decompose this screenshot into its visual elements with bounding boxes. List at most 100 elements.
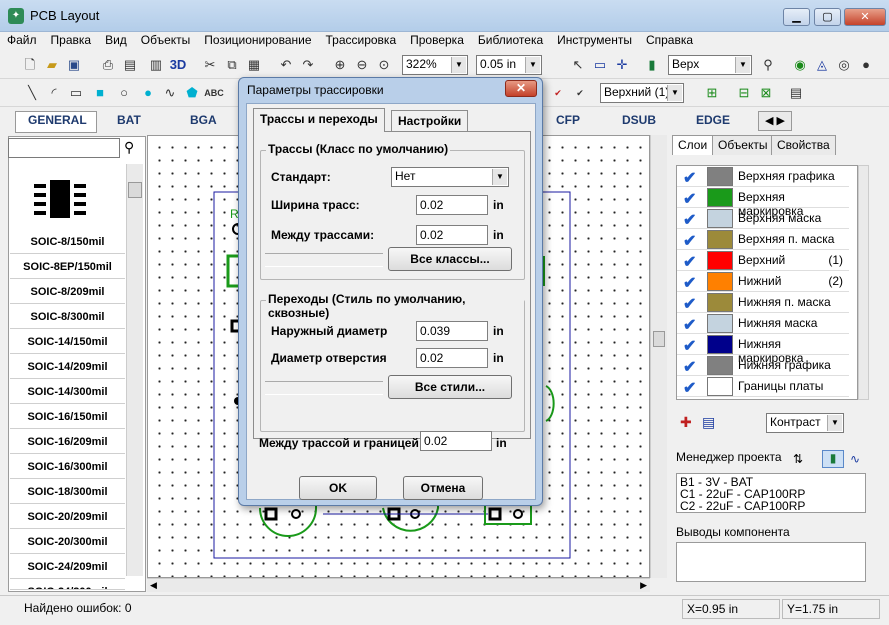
layer-color-swatch[interactable]	[707, 335, 733, 354]
menu-routing[interactable]: Трассировка	[319, 32, 404, 48]
measure-icon[interactable]: ▭	[590, 55, 610, 75]
checkmark-icon[interactable]: ✔	[683, 294, 696, 314]
library-item[interactable]: SOIC-8/209mil	[10, 280, 125, 304]
layer-row[interactable]: ✔ Нижняя маркировка	[677, 334, 849, 365]
pad-icon[interactable]: ◉	[790, 55, 810, 75]
checkmark-icon[interactable]: ✔	[683, 273, 696, 293]
layer-settings-icon[interactable]: ▤	[702, 414, 715, 431]
select-pointer-icon[interactable]: ↖	[568, 55, 588, 75]
tab-scroll-arrows[interactable]: ◀ ▶	[758, 111, 792, 131]
library-item[interactable]: SOIC-16/209mil	[10, 430, 125, 454]
layer-color-swatch[interactable]	[707, 209, 733, 228]
polyline-tool-icon[interactable]: ∿	[160, 83, 180, 103]
menu-placement[interactable]: Позиционирование	[197, 32, 318, 48]
properties-icon[interactable]: ▤	[786, 83, 806, 103]
library-item[interactable]: SOIC-8/150mil	[10, 230, 125, 254]
layer-color-swatch[interactable]	[707, 230, 733, 249]
layer-color-swatch[interactable]	[707, 293, 733, 312]
tab-layers[interactable]: Слои	[672, 135, 714, 155]
paste-icon[interactable]: ▦	[244, 55, 264, 75]
library-item[interactable]: SOIC-20/209mil	[10, 505, 125, 529]
library-item[interactable]: SOIC-14/209mil	[10, 355, 125, 379]
add-layer-icon[interactable]: ✚	[680, 414, 692, 431]
canvas-hscroll[interactable]: ◀ ▶	[147, 578, 650, 592]
scroll-left-icon[interactable]: ◀	[150, 580, 157, 591]
grid-combo[interactable]: 0.05 in ▼	[476, 55, 542, 75]
cut-icon[interactable]: ✂	[200, 55, 220, 75]
layer-row[interactable]: ✔ Нижняя маска	[677, 313, 849, 334]
standard-combo[interactable]: Нет ▼	[391, 167, 509, 187]
checkmark-icon[interactable]: ✔	[683, 336, 696, 356]
vias-slider[interactable]	[265, 381, 383, 395]
library-scrollbar[interactable]	[126, 164, 143, 576]
all-styles-button[interactable]: Все стили...	[388, 375, 512, 399]
library-tab-general[interactable]: GENERAL	[28, 113, 87, 127]
library-tab-dsub[interactable]: DSUB	[622, 113, 656, 127]
layer-row[interactable]: ✔ Верхняя маска	[677, 208, 849, 229]
find-binoculars-icon[interactable]: ⚲	[758, 55, 778, 75]
board-clearance-input[interactable]: 0.02	[420, 431, 492, 451]
library-item[interactable]: SOIC-18/300mil	[10, 480, 125, 504]
project-item[interactable]: C2 - 22uF - CAP100RP	[680, 500, 862, 512]
checkmark-icon[interactable]: ✔	[683, 357, 696, 377]
menu-tools[interactable]: Инструменты	[550, 32, 639, 48]
library-item[interactable]: SOIC-16/150mil	[10, 405, 125, 429]
checkmark-icon[interactable]: ✔	[683, 210, 696, 230]
erc-icon[interactable]: ✔	[570, 83, 590, 103]
filled-rect-icon[interactable]: ■	[90, 83, 110, 103]
close-button[interactable]: ✕	[844, 8, 886, 26]
ok-button[interactable]: OK	[299, 476, 377, 500]
save-icon[interactable]: ▣	[64, 55, 84, 75]
scroll-right-icon[interactable]: ▶	[640, 580, 647, 591]
pm-sort-icon[interactable]: ⇅	[793, 452, 803, 466]
canvas-vscroll-thumb[interactable]	[653, 331, 665, 347]
layer-color-swatch[interactable]	[707, 356, 733, 375]
library-tab-cfp[interactable]: CFP	[556, 113, 580, 127]
library-item[interactable]: SOIC-8/300mil	[10, 305, 125, 329]
open-folder-icon[interactable]: ▰	[42, 55, 62, 75]
tab-traces-vias[interactable]: Трассы и переходы	[253, 108, 385, 132]
checkmark-icon[interactable]: ✔	[683, 252, 696, 272]
drc-icon[interactable]: ✔	[548, 83, 568, 103]
library-item[interactable]: SOIC-14/150mil	[10, 330, 125, 354]
drill-icon[interactable]: ●	[856, 55, 876, 75]
menu-edit[interactable]: Правка	[44, 32, 99, 48]
print-preview-icon[interactable]: ▤	[120, 55, 140, 75]
line-tool-icon[interactable]: ╲	[22, 83, 42, 103]
bus-icon[interactable]: ⊞	[702, 83, 722, 103]
layer-row[interactable]: ✔ Границы платы	[677, 376, 849, 397]
zoom-combo[interactable]: 322% ▼	[402, 55, 468, 75]
library-tab-edge[interactable]: EDGE	[696, 113, 730, 127]
menu-objects[interactable]: Объекты	[134, 32, 198, 48]
print-icon[interactable]: ⎙	[98, 55, 118, 75]
layer-row[interactable]: ✔ Нижняя графика	[677, 355, 849, 376]
layer-row[interactable]: ✔ Нижний (2)	[677, 271, 849, 292]
tab-objects[interactable]: Объекты	[712, 135, 774, 155]
search-binoculars-icon[interactable]: ⚲	[124, 139, 134, 156]
trace-clearance-input[interactable]: 0.02	[416, 225, 488, 245]
cancel-button[interactable]: Отмена	[403, 476, 483, 500]
dialog-close-icon[interactable]: ✕	[505, 80, 537, 97]
checkmark-icon[interactable]: ✔	[683, 189, 696, 209]
layer-color-swatch[interactable]	[707, 188, 733, 207]
layer-color-swatch[interactable]	[707, 251, 733, 270]
contrast-combo[interactable]: Контраст ▼	[766, 413, 844, 433]
outer-diameter-input[interactable]: 0.039	[416, 321, 488, 341]
layers-scrollbar[interactable]	[858, 165, 869, 400]
all-classes-button[interactable]: Все классы...	[388, 247, 512, 271]
view-3d-button[interactable]: 3D	[168, 55, 188, 75]
tab-properties[interactable]: Свойства	[771, 135, 836, 155]
library-scroll-thumb[interactable]	[128, 182, 142, 198]
layer-color-swatch[interactable]	[707, 272, 733, 291]
checkmark-icon[interactable]: ✔	[683, 168, 696, 188]
pm-components-icon[interactable]: ▮	[822, 450, 844, 468]
layer-row[interactable]: ✔ Верхняя маркировка	[677, 187, 849, 218]
polygon-tool-icon[interactable]: ⬟	[182, 83, 202, 103]
menu-file[interactable]: Файл	[0, 32, 44, 48]
traces-slider[interactable]	[265, 253, 383, 267]
zoom-fit-icon[interactable]: ⊙	[374, 55, 394, 75]
library-item[interactable]: SOIC-8EP/150mil	[10, 255, 125, 279]
layer-combo[interactable]: Верх ▼	[668, 55, 752, 75]
library-item[interactable]: SOIC-14/300mil	[10, 380, 125, 404]
text-tool-icon[interactable]: ABC	[204, 83, 224, 103]
